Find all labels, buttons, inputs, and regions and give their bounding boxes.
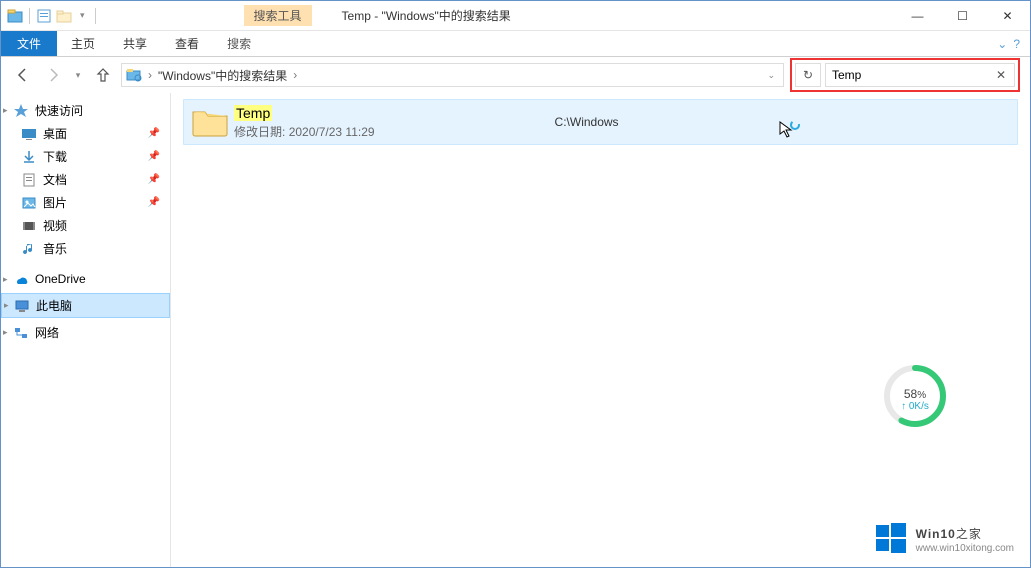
pictures-icon [21,195,37,211]
this-pc-icon [14,298,30,314]
music-icon [21,241,37,257]
speed-gauge: 58% ↑ 0K/s [880,361,950,431]
tab-file[interactable]: 文件 [1,31,57,56]
navigation-bar: ▾ › "Windows"中的搜索结果 › ⌄ ↻ ✕ [1,57,1030,93]
search-highlight-box: ↻ ✕ [790,58,1020,92]
maximize-button[interactable]: ☐ [940,1,985,31]
crumb-separator[interactable]: › [291,68,299,82]
downloads-icon [21,149,37,165]
watermark-suffix: 之家 [956,527,982,541]
sidebar-item-label: 视频 [43,217,67,234]
sidebar-item-label: 下载 [43,148,67,165]
sidebar-item-label: 桌面 [43,125,67,142]
expand-icon[interactable]: ▸ [3,274,8,285]
search-result-row[interactable]: Temp 修改日期: 2020/7/23 11:29 C:\Windows [183,99,1018,145]
tab-search[interactable]: 搜索 [213,31,265,56]
minimize-button[interactable]: — [895,1,940,31]
search-location-icon [126,67,142,83]
help-icon[interactable]: ? [1013,37,1020,51]
star-icon [13,103,29,119]
breadcrumb[interactable]: "Windows"中的搜索结果 [158,67,287,84]
search-input[interactable] [832,68,994,82]
watermark-brand: Win10 [916,527,956,541]
refresh-button[interactable]: ↻ [795,63,821,87]
pin-icon: 📌 [148,128,160,139]
address-dropdown-icon[interactable]: ⌄ [763,70,779,81]
quick-access-toolbar: ▾ [1,8,104,24]
pin-icon: 📌 [148,174,160,185]
properties-icon[interactable] [36,8,52,24]
desktop-icon [21,126,37,142]
sidebar-item-desktop[interactable]: 桌面 📌 [1,122,170,145]
gauge-rate: ↑ 0K/s [880,401,950,412]
tab-view[interactable]: 查看 [161,31,213,56]
window-title: Temp - "Windows"中的搜索结果 [342,7,511,24]
expand-icon[interactable]: ▸ [4,300,9,311]
network-icon [13,325,29,341]
address-bar[interactable]: › "Windows"中的搜索结果 › ⌄ [121,63,784,87]
sidebar-item-label: 此电脑 [36,297,72,314]
sidebar-item-label: 文档 [43,171,67,188]
date-label: 修改日期: [234,125,285,139]
pin-icon: 📌 [148,151,160,162]
title-bar: ▾ 搜索工具 Temp - "Windows"中的搜索结果 — ☐ ✕ [1,1,1030,31]
sidebar-item-pictures[interactable]: 图片 📌 [1,191,170,214]
crumb-separator: › [146,68,154,82]
sidebar-quick-access[interactable]: ▸ 快速访问 [1,99,170,122]
sidebar-item-label: 快速访问 [35,102,83,119]
sidebar-item-downloads[interactable]: 下载 📌 [1,145,170,168]
sidebar-network[interactable]: ▸ 网络 [1,321,170,344]
expand-icon[interactable]: ▸ [3,105,8,116]
pin-icon: 📌 [148,197,160,208]
qat-dropdown-icon[interactable]: ▾ [76,10,89,21]
sidebar-onedrive[interactable]: ▸ OneDrive [1,268,170,290]
result-path: C:\Windows [555,115,619,129]
sidebar-item-videos[interactable]: 视频 [1,214,170,237]
sidebar-this-pc[interactable]: ▸ 此电脑 [1,293,170,318]
close-button[interactable]: ✕ [985,1,1030,31]
search-box[interactable]: ✕ [825,63,1015,87]
up-button[interactable] [91,63,115,87]
navigation-pane: ▸ 快速访问 桌面 📌 下载 📌 文档 📌 图片 📌 视频 [1,93,171,567]
result-meta: Temp 修改日期: 2020/7/23 11:29 [234,105,375,140]
recent-dropdown-icon[interactable]: ▾ [71,63,85,87]
sidebar-item-label: 音乐 [43,240,67,257]
ribbon-expand-icon[interactable]: ⌄ [997,37,1007,51]
gauge-percent: 58% [880,385,950,401]
watermark-url: www.win10xitong.com [916,543,1014,554]
result-name: Temp [234,105,272,121]
separator [29,8,30,24]
ribbon-context-label: 搜索工具 [244,5,312,26]
date-value: 2020/7/23 11:29 [289,125,375,139]
videos-icon [21,218,37,234]
file-list: Temp 修改日期: 2020/7/23 11:29 C:\Windows [171,93,1030,567]
sidebar-item-music[interactable]: 音乐 [1,237,170,260]
documents-icon [21,172,37,188]
back-button[interactable] [11,63,35,87]
tab-share[interactable]: 共享 [109,31,161,56]
app-icon [7,8,23,24]
sidebar-item-label: 网络 [35,324,59,341]
sidebar-item-documents[interactable]: 文档 📌 [1,168,170,191]
folder-icon [190,104,230,140]
forward-button[interactable] [41,63,65,87]
expand-icon[interactable]: ▸ [3,327,8,338]
sidebar-item-label: OneDrive [35,272,86,286]
clear-search-icon[interactable]: ✕ [994,68,1008,82]
tab-home[interactable]: 主页 [57,31,109,56]
ribbon: 文件 主页 共享 查看 搜索 ⌄ ? [1,31,1030,57]
new-folder-icon[interactable] [56,8,72,24]
onedrive-icon [13,271,29,287]
windows-logo-icon [874,521,908,555]
watermark: Win10之家 www.win10xitong.com [874,521,1014,555]
separator [95,8,96,24]
sidebar-item-label: 图片 [43,194,67,211]
